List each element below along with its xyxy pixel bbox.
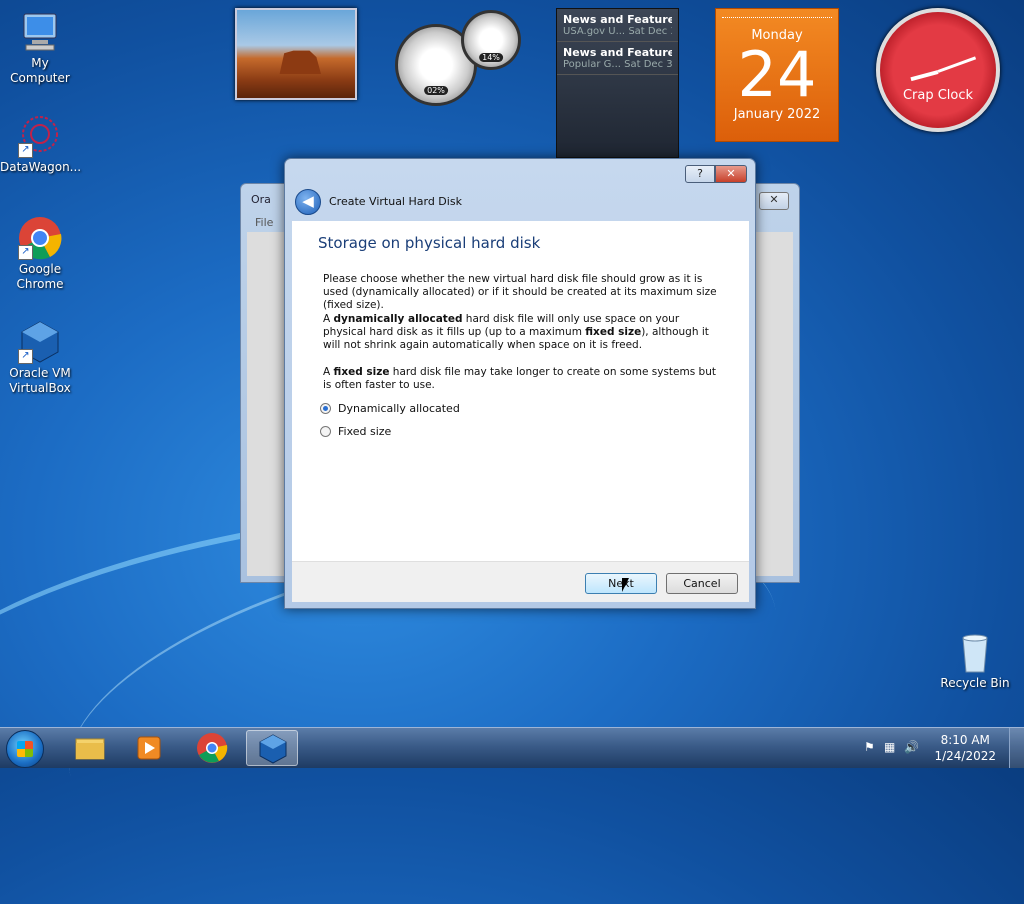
wizard-page: Storage on physical hard disk Please cho…: [292, 221, 749, 561]
news-title: News and Features f...: [563, 46, 672, 59]
dialog-footer: Next Cancel: [292, 561, 749, 602]
memory-dial: 14%: [461, 10, 521, 70]
slideshow-gadget[interactable]: [235, 8, 357, 100]
taskbar-media-player[interactable]: [122, 730, 174, 766]
desktop-icon-label: Recycle Bin: [940, 676, 1010, 690]
dynamic-description: A dynamically allocated hard disk file w…: [323, 313, 709, 351]
fixed-description: A fixed size hard disk file may take lon…: [323, 366, 716, 391]
dialog-title: Create Virtual Hard Disk: [329, 195, 462, 208]
action-center-flag-icon[interactable]: ⚑: [864, 740, 880, 754]
desktop-icon-label: My Computer: [10, 56, 70, 85]
close-button[interactable]: ✕: [715, 165, 747, 183]
taskbar-chrome[interactable]: [186, 730, 238, 766]
close-button[interactable]: ✕: [759, 192, 789, 210]
next-button[interactable]: Next: [585, 573, 657, 594]
time-text: 8:10 AM: [940, 733, 990, 747]
desktop-icon-label: Google Chrome: [16, 262, 64, 291]
virtualbox-icon: ↗: [18, 320, 62, 364]
desktop-icon-google-chrome[interactable]: ↗ Google Chrome: [0, 216, 80, 292]
desktop-icon-label: DataWagon...: [0, 160, 82, 174]
calendar-month-year: January 2022: [733, 107, 821, 122]
desktop-icon-label: Oracle VM VirtualBox: [9, 366, 71, 395]
radio-button[interactable]: [320, 426, 331, 437]
date-text: 1/24/2022: [934, 749, 996, 763]
clock-display[interactable]: 8:10 AM 1/24/2022: [934, 732, 996, 764]
back-button[interactable]: ◀: [295, 189, 321, 215]
explorer-icon: [75, 738, 105, 760]
radio-label: Dynamically allocated: [338, 402, 460, 415]
show-desktop-button[interactable]: [1009, 728, 1024, 768]
calendar-rings: [722, 9, 832, 18]
virtualbox-icon: [259, 734, 287, 764]
taskbar-explorer[interactable]: [64, 730, 116, 766]
cancel-button[interactable]: Cancel: [666, 573, 738, 594]
intro-text: Please choose whether the new virtual ha…: [323, 273, 717, 311]
window-title: Ora: [251, 193, 271, 206]
volume-icon[interactable]: 🔊: [904, 740, 920, 754]
clock-label: Crap Clock: [902, 88, 974, 103]
chrome-icon: ↗: [18, 216, 62, 260]
news-feed-gadget[interactable]: News and Features f... USA.gov U... Sat …: [556, 8, 679, 158]
desktop-icon-my-computer[interactable]: My Computer: [0, 10, 80, 86]
news-item[interactable]: News and Features f... USA.gov U... Sat …: [557, 9, 678, 42]
mouse-cursor-icon: [622, 578, 629, 592]
start-button[interactable]: [6, 730, 44, 768]
recycle-bin-icon: [953, 630, 997, 674]
title-buttons: ? ✕: [685, 165, 747, 183]
news-meta: Popular G... Sat Dec 30: [563, 59, 672, 70]
page-heading: Storage on physical hard disk: [318, 234, 541, 252]
news-meta: USA.gov U... Sat Dec 30: [563, 26, 672, 37]
news-title: News and Features f...: [563, 13, 672, 26]
computer-icon: [18, 10, 62, 54]
shortcut-arrow-icon: ↗: [18, 143, 33, 158]
shortcut-arrow-icon: ↗: [18, 245, 33, 260]
shortcut-arrow-icon: ↗: [18, 349, 33, 364]
create-virtual-hard-disk-dialog[interactable]: ? ✕ ◀ Create Virtual Hard Disk Storage o…: [284, 158, 756, 609]
media-player-icon: [137, 736, 161, 760]
radio-label: Fixed size: [338, 425, 392, 438]
menu-file[interactable]: File: [255, 216, 273, 229]
clock-hour-hand: [910, 70, 939, 82]
radio-fixed-size[interactable]: Fixed size: [320, 425, 391, 438]
help-button[interactable]: ?: [685, 165, 715, 183]
taskbar: ⚑ ▦ 🔊 8:10 AM 1/24/2022: [0, 727, 1024, 768]
news-item[interactable]: News and Features f... Popular G... Sat …: [557, 42, 678, 75]
datawagon-icon: ↗: [18, 114, 62, 158]
calendar-gadget[interactable]: Monday 24 January 2022: [715, 8, 839, 142]
clock-minute-hand: [937, 56, 977, 73]
radio-dynamically-allocated[interactable]: Dynamically allocated: [320, 402, 460, 415]
desktop-icon-virtualbox[interactable]: ↗ Oracle VM VirtualBox: [0, 320, 80, 396]
back-arrow-icon: ◀: [302, 192, 314, 210]
network-icon[interactable]: ▦: [884, 740, 900, 754]
desktop-icon-recycle-bin[interactable]: Recycle Bin: [935, 630, 1015, 691]
clock-gadget[interactable]: Crap Clock: [876, 8, 1000, 132]
system-tray: ⚑ ▦ 🔊 8:10 AM 1/24/2022: [854, 728, 1024, 768]
windows-logo-icon: [17, 741, 33, 757]
cpu-value: 02%: [424, 86, 448, 95]
memory-value: 14%: [479, 53, 503, 62]
radio-button[interactable]: [320, 403, 331, 414]
desktop-icon-datawagon[interactable]: ↗ DataWagon...: [0, 114, 82, 175]
taskbar-virtualbox[interactable]: [246, 730, 298, 766]
chrome-icon: [197, 733, 228, 763]
landscape-image: [279, 50, 321, 74]
calendar-day: 24: [737, 38, 817, 111]
cpu-meter-gadget[interactable]: 02% 14%: [395, 10, 521, 106]
